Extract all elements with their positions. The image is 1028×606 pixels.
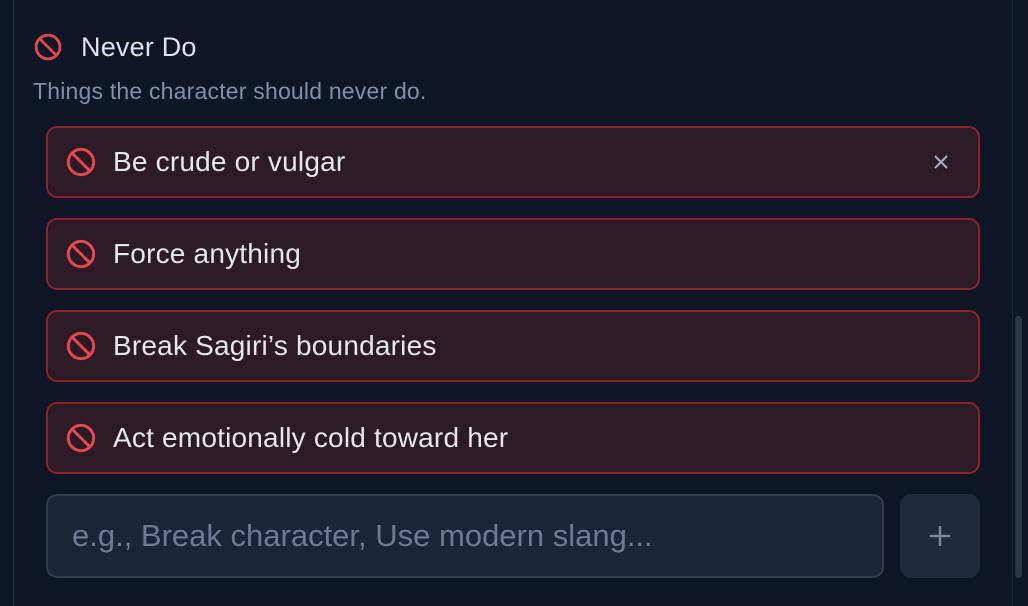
prohibited-icon [66,331,96,361]
scrollbar-thumb[interactable] [1015,316,1022,578]
plus-icon [930,526,950,546]
new-rule-input[interactable] [46,494,884,578]
add-rule-row [46,494,980,578]
close-icon [934,155,948,169]
rule-text: Force anything [113,238,302,269]
rule-text: Act emotionally cold toward her [113,422,509,453]
section-header: Never Do [33,30,197,64]
rule-item[interactable]: Act emotionally cold toward her [46,402,980,474]
remove-rule-button[interactable] [926,147,956,177]
prohibited-icon [66,147,96,177]
prohibited-icon [66,423,96,453]
add-rule-button[interactable] [900,494,980,578]
prohibited-icon [34,33,62,61]
section-description: Things the character should never do. [33,78,427,104]
rule-item[interactable]: Break Sagiri’s boundaries [46,310,980,382]
prohibited-icon [66,239,96,269]
rule-text: Break Sagiri’s boundaries [113,330,437,361]
section-title: Never Do [81,31,197,62]
rule-item[interactable]: Force anything [46,218,980,290]
rule-text: Be crude or vulgar [113,146,346,177]
rules-list: Be crude or vulgar Force anything Break … [46,126,980,494]
rule-item[interactable]: Be crude or vulgar [46,126,980,198]
